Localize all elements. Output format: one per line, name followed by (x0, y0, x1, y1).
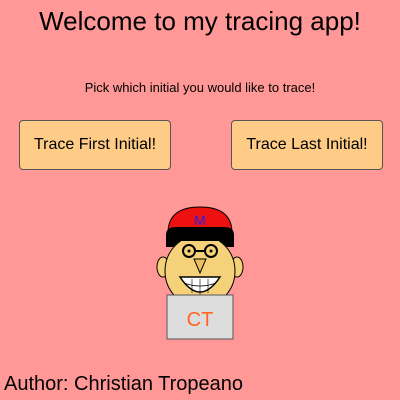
page-title: Welcome to my tracing app! (39, 6, 361, 36)
mascot-face-icon: M CT (156, 206, 244, 340)
left-pupil (187, 249, 191, 253)
trace-first-initial-button[interactable]: Trace First Initial! (19, 120, 171, 170)
author-credit: Author: Christian Tropeano (4, 373, 244, 395)
hat-letter: M (194, 212, 206, 228)
trace-last-initial-button[interactable]: Trace Last Initial! (231, 120, 383, 170)
shirt-text: CT (187, 309, 214, 331)
right-pupil (209, 249, 213, 253)
app-screen: Welcome to my tracing app! Pick which in… (0, 0, 400, 400)
instruction-text: Pick which initial you would like to tra… (84, 80, 316, 95)
